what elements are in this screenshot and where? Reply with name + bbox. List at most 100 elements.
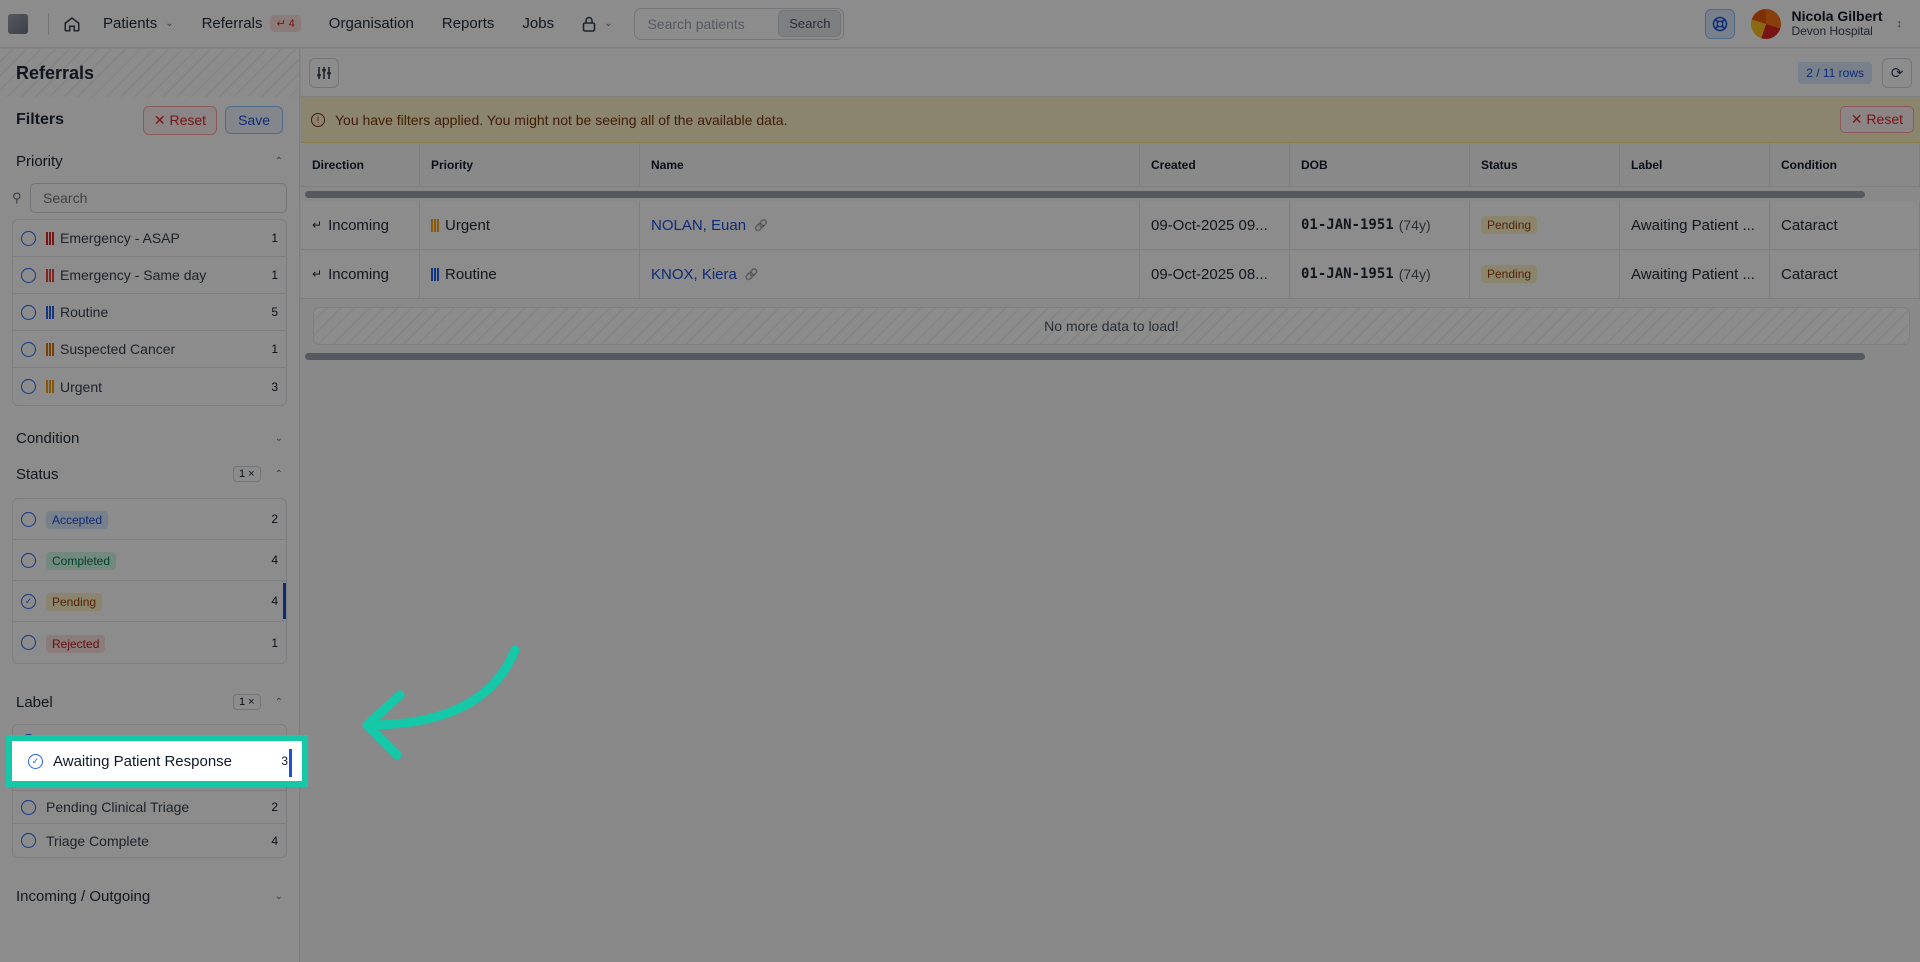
radio-circle-icon[interactable] bbox=[21, 635, 36, 650]
close-icon: ✕ bbox=[1850, 111, 1863, 127]
radio-circle-icon[interactable] bbox=[21, 799, 36, 815]
table-row[interactable]: ↵ Incoming Urgent NOLAN, Euan 🔗 09-Oct-2025 0… bbox=[301, 201, 1920, 250]
patient-search-input[interactable] bbox=[637, 15, 779, 32]
priority-option-label: Urgent bbox=[60, 378, 103, 395]
status-option-count: 4 bbox=[271, 594, 278, 608]
referrals-table: Direction Priority Name Created DOB Status Lab… bbox=[301, 143, 1920, 361]
column-header[interactable]: Created bbox=[1140, 143, 1290, 186]
link-icon[interactable]: 🔗 bbox=[754, 219, 768, 232]
patient-search-button[interactable]: Search bbox=[778, 10, 842, 37]
patient-name-link[interactable]: KNOX, Kiera bbox=[651, 266, 737, 283]
column-header[interactable]: Priority bbox=[420, 143, 640, 186]
app-logo[interactable] bbox=[8, 13, 28, 34]
chevron-down-icon: ⌄ bbox=[274, 432, 283, 444]
priority-option-label: Routine bbox=[60, 304, 109, 320]
priority-section-header[interactable]: Priority ⌃ bbox=[0, 143, 299, 179]
table-cell: Pending bbox=[1470, 201, 1620, 249]
chevron-up-icon: ⌃ bbox=[274, 155, 283, 167]
table-cell: Routine bbox=[420, 250, 640, 298]
column-header[interactable]: Direction bbox=[301, 143, 420, 186]
horizontal-scrollbar-top[interactable] bbox=[301, 189, 1920, 199]
dob-text: 01-JAN-1951 bbox=[1301, 266, 1394, 282]
nav-reports[interactable]: Reports bbox=[442, 15, 495, 32]
column-header[interactable]: Status bbox=[1470, 143, 1620, 186]
label-option[interactable]: Pending Clinical Triage 2 bbox=[13, 791, 286, 824]
label-selected-count[interactable]: 1 × bbox=[233, 694, 261, 710]
link-icon[interactable]: 🔗 bbox=[745, 268, 759, 281]
status-option-count: 4 bbox=[271, 553, 278, 567]
status-option[interactable]: Rejected 1 bbox=[13, 622, 286, 663]
reset-filters-button[interactable]: ✕ Reset bbox=[142, 105, 218, 135]
condition-section-header[interactable]: Condition ⌄ bbox=[0, 420, 299, 456]
chevron-up-icon: ⌃ bbox=[274, 696, 283, 708]
alert-reset-button[interactable]: ✕ Reset bbox=[1839, 106, 1914, 133]
top-navigation: Patients ⌄ Referrals ↵ 4 Organisation Rep… bbox=[0, 0, 1920, 48]
label-section-title: Label bbox=[16, 693, 53, 711]
user-info[interactable]: Nicola Gilbert Devon Hospital bbox=[1791, 8, 1882, 39]
nav-organisation[interactable]: Organisation bbox=[329, 15, 414, 32]
radio-circle-icon[interactable] bbox=[21, 267, 36, 283]
status-option[interactable]: Accepted 2 bbox=[13, 499, 286, 540]
status-option-label: Pending bbox=[46, 593, 103, 611]
created-text: 09-Oct-2025 08... bbox=[1151, 265, 1268, 283]
status-selected-count[interactable]: 1 × bbox=[233, 466, 261, 482]
label-section-header[interactable]: Label 1 × ⌃ bbox=[0, 684, 299, 720]
priority-option[interactable]: Suspected Cancer 1 bbox=[13, 331, 286, 368]
radio-circle-icon[interactable] bbox=[21, 552, 36, 568]
nav-referrals[interactable]: Referrals ↵ 4 bbox=[202, 15, 301, 32]
radio-circle-icon[interactable] bbox=[21, 833, 36, 848]
column-header[interactable]: DOB bbox=[1290, 143, 1470, 186]
lock-menu[interactable]: ⌄ bbox=[582, 16, 612, 32]
priority-option[interactable]: Routine 5 bbox=[13, 294, 286, 331]
radio-circle-icon[interactable] bbox=[21, 379, 36, 394]
priority-text: Urgent bbox=[445, 216, 491, 234]
status-count-value: 1 bbox=[239, 468, 246, 480]
status-option[interactable]: Completed 4 bbox=[13, 540, 286, 581]
radio-circle-icon[interactable] bbox=[21, 511, 36, 527]
radio-circle-icon[interactable] bbox=[21, 230, 36, 246]
column-header[interactable]: Label bbox=[1620, 143, 1770, 186]
table-cell: Awaiting Patient ... bbox=[1620, 201, 1770, 249]
horizontal-scrollbar-bottom[interactable] bbox=[301, 351, 1920, 361]
radio-circle-icon[interactable] bbox=[21, 341, 36, 357]
priority-option-count: 1 bbox=[271, 268, 278, 282]
status-option-wrap: Rejected bbox=[46, 634, 271, 653]
no-more-data: No more data to load! bbox=[313, 307, 1910, 345]
column-header[interactable]: Name bbox=[640, 143, 1140, 186]
priority-option[interactable]: Urgent 3 bbox=[13, 368, 286, 405]
refresh-button[interactable]: ⟳ bbox=[1882, 57, 1912, 88]
table-cell: NOLAN, Euan 🔗 bbox=[640, 201, 1140, 249]
chevron-updown-icon[interactable]: ↕ bbox=[1897, 18, 1903, 30]
status-section-header[interactable]: Status 1 × ⌃ bbox=[0, 456, 299, 492]
priority-search-input[interactable] bbox=[30, 183, 287, 213]
table-cell: ↵ Incoming bbox=[301, 201, 420, 249]
priority-option[interactable]: Emergency - Same day 1 bbox=[13, 257, 286, 294]
label-text: Awaiting Patient ... bbox=[1631, 265, 1755, 283]
nav-patients[interactable]: Patients ⌄ bbox=[103, 15, 174, 32]
inout-section-header[interactable]: Incoming / Outgoing ⌄ bbox=[0, 878, 299, 914]
status-option-count: 1 bbox=[271, 635, 278, 650]
patient-name-link[interactable]: NOLAN, Euan bbox=[651, 217, 746, 234]
status-option[interactable]: ✓ Pending 4 bbox=[13, 581, 286, 622]
highlighted-label-option[interactable]: ✓ Awaiting Patient Response 3 bbox=[6, 735, 308, 787]
priority-option[interactable]: Emergency - ASAP 1 bbox=[13, 220, 286, 257]
save-filters-button[interactable]: Save bbox=[225, 106, 283, 134]
checked-circle-icon[interactable]: ✓ bbox=[21, 593, 36, 609]
chevron-down-icon: ⌄ bbox=[274, 890, 283, 902]
direction-text: Incoming bbox=[328, 216, 389, 234]
label-option[interactable]: Triage Complete 4 bbox=[13, 824, 286, 857]
help-lifebuoy-icon[interactable] bbox=[1705, 8, 1736, 39]
status-option-label: Accepted bbox=[46, 511, 109, 529]
column-header[interactable]: Condition bbox=[1770, 143, 1920, 186]
table-cell: 01-JAN-1951 (74y) bbox=[1290, 201, 1470, 249]
radio-circle-icon[interactable] bbox=[21, 304, 36, 320]
filter-toggle-button[interactable] bbox=[309, 57, 339, 88]
table-row[interactable]: ↵ Incoming Routine KNOX, Kiera 🔗 09-Oct-2025 … bbox=[301, 250, 1920, 299]
nav-jobs[interactable]: Jobs bbox=[522, 15, 554, 32]
nav-referrals-label: Referrals bbox=[201, 15, 263, 32]
chevron-up-icon: ⌃ bbox=[274, 468, 283, 480]
home-icon[interactable] bbox=[63, 15, 81, 33]
user-avatar[interactable] bbox=[1751, 8, 1782, 39]
table-toolbar: 2 / 11 rows ⟳ bbox=[301, 49, 1920, 97]
priority-search: ⚲ bbox=[12, 183, 287, 213]
